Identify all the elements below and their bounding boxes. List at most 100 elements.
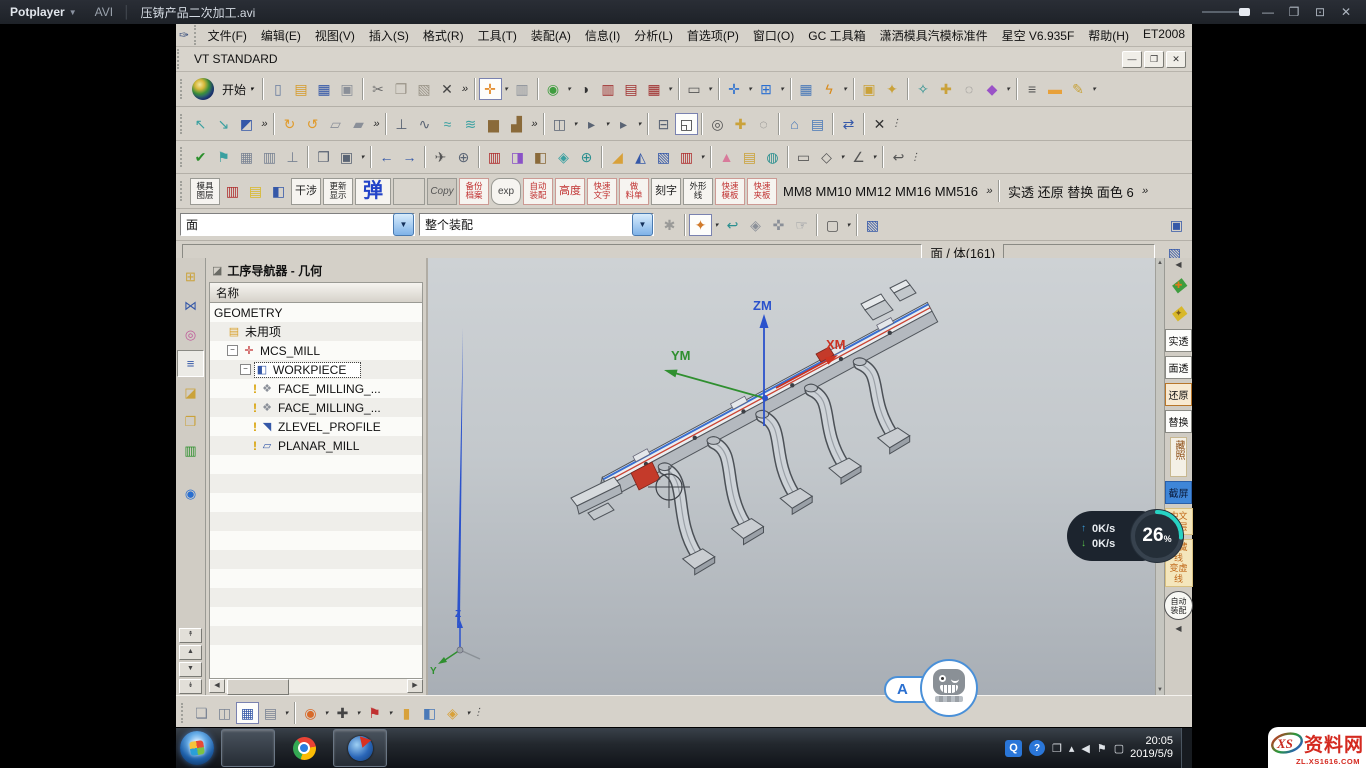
reuse-library-icon[interactable]: ❐ <box>177 408 204 435</box>
polygon-icon[interactable]: ◇ <box>815 145 838 169</box>
mold-layer-button[interactable]: 模具图层 <box>190 178 220 205</box>
invert-shown-icon[interactable]: ◫ <box>213 701 236 725</box>
tree-row[interactable]: −✛MCS_MILL <box>210 341 422 360</box>
tree-item-label[interactable]: GEOMETRY <box>214 306 282 320</box>
fit-icon[interactable]: ▰ <box>347 112 370 136</box>
action-center-icon[interactable]: ⚑ <box>1097 742 1107 755</box>
dropdown-arrow-icon[interactable]: ▾ <box>635 120 644 128</box>
sparkle-icon[interactable]: ✧ <box>912 77 935 101</box>
surface-icon[interactable]: ≋ <box>459 112 482 136</box>
dropdown-arrow-icon[interactable]: ▾ <box>386 709 395 717</box>
help-tray-icon[interactable]: ? <box>1029 740 1045 756</box>
dropdown-arrow-icon[interactable]: ▾ <box>464 709 473 717</box>
nx-logo[interactable] <box>192 78 214 100</box>
rotate-ccw-icon[interactable]: ↺ <box>301 112 324 136</box>
scroll-thumb[interactable] <box>227 679 289 695</box>
block-icon[interactable]: ▆ <box>482 112 505 136</box>
machining-wizard-icon[interactable]: ◪ <box>177 379 204 406</box>
cancel-icon[interactable]: ✕ <box>868 112 891 136</box>
tree-row[interactable]: !❖FACE_MILLING_... <box>210 398 422 417</box>
overflow-icon[interactable]: » <box>459 83 471 95</box>
window-tray-icon[interactable]: ❐ <box>1052 742 1062 755</box>
type-filter-select[interactable]: 面 ▼ <box>180 213 415 236</box>
pencil-icon[interactable]: ✎ <box>1067 77 1090 101</box>
material-list-button[interactable]: 做料单 <box>619 178 649 205</box>
chevron-down-icon[interactable]: ▼ <box>632 213 653 236</box>
tree-row[interactable]: !❖FACE_MILLING_... <box>210 379 422 398</box>
open-icon[interactable]: ▤ <box>290 77 313 101</box>
snap-point-icon[interactable]: ◉ <box>299 701 322 725</box>
dropdown-arrow-icon[interactable]: ▾ <box>354 709 363 717</box>
tree-item-label[interactable]: 未用项 <box>245 323 281 340</box>
tree-item-label[interactable]: PLANAR_MILL <box>278 439 359 453</box>
menu-item[interactable]: 潇洒模具汽模标准件 <box>873 25 995 46</box>
input-method-tray-icon[interactable]: Q <box>1005 740 1022 757</box>
start-menu-button[interactable]: 开始▾ <box>217 79 259 100</box>
datum-csys-icon[interactable]: ◧ <box>418 701 441 725</box>
quick-text-button[interactable]: 快速文字 <box>587 178 617 205</box>
more-icon[interactable]: ⋮ <box>891 118 901 129</box>
dropdown-arrow-icon[interactable]: ▾ <box>1004 85 1013 93</box>
blank-button[interactable] <box>393 178 425 205</box>
brown-part-icon[interactable]: ◧ <box>529 145 552 169</box>
overflow-icon[interactable]: » <box>258 118 270 130</box>
more-icon[interactable]: ⋮ <box>910 152 920 163</box>
delete-icon[interactable]: ✕ <box>436 77 459 101</box>
display-mode-icon[interactable]: ▭ <box>683 77 706 101</box>
tree-row[interactable]: −◧WORKPIECE <box>210 360 422 379</box>
play-icon[interactable]: ▸ <box>612 112 635 136</box>
find-icon[interactable]: ◌ <box>752 112 775 136</box>
collapse-arrow[interactable]: ◀ <box>1175 260 1181 269</box>
tree-row[interactable]: ▤未用项 <box>210 322 422 341</box>
grab-icon[interactable]: ☞ <box>790 213 813 237</box>
overflow-icon[interactable]: » <box>1139 185 1151 197</box>
player-name[interactable]: Potplayer <box>10 5 65 19</box>
menu-item[interactable]: 编辑(E) <box>254 25 308 46</box>
pan-icon[interactable]: ▱ <box>324 112 347 136</box>
copy-button[interactable]: Copy <box>427 178 457 205</box>
measure-icon[interactable]: ◫ <box>548 112 571 136</box>
dropdown-arrow-icon[interactable]: ▾ <box>698 153 707 161</box>
angle-icon[interactable]: ∠ <box>847 145 870 169</box>
tree-row[interactable]: !◥ZLEVEL_PROFILE <box>210 417 422 436</box>
tree-row[interactable]: GEOMETRY <box>210 303 422 322</box>
tree-item-label[interactable]: FACE_MILLING_... <box>278 401 381 415</box>
overflow-icon[interactable]: » <box>528 118 540 130</box>
tree-item-label[interactable]: ZLEVEL_PROFILE <box>278 420 381 434</box>
assistant-robot-icon[interactable] <box>920 659 978 717</box>
menu-item[interactable]: ET2008 <box>1136 25 1192 46</box>
mdi-restore-button[interactable]: ❐ <box>1144 51 1164 68</box>
dropdown-arrow-icon[interactable]: ▾ <box>666 85 675 93</box>
network-tray-icon[interactable]: ▢ <box>1114 742 1124 755</box>
menu-item[interactable]: 窗口(O) <box>746 25 801 46</box>
red-cube-icon[interactable]: ▥ <box>597 77 620 101</box>
purple-part-icon[interactable]: ◨ <box>506 145 529 169</box>
solid-transparent-button[interactable]: 实透 <box>1165 329 1192 352</box>
toolbar-grip[interactable] <box>180 114 185 134</box>
dropdown-arrow-icon[interactable]: ▾ <box>603 120 612 128</box>
red-part-icon[interactable]: ▥ <box>483 145 506 169</box>
menu-item[interactable]: 分析(L) <box>627 25 680 46</box>
constraint-navigator-icon[interactable]: ⋈ <box>177 292 204 319</box>
menu-item[interactable]: 工具(T) <box>471 25 524 46</box>
dropdown-arrow-icon[interactable]: ▾ <box>841 85 850 93</box>
dropdown-arrow-icon[interactable]: ▾ <box>502 85 511 93</box>
toolbar-grip[interactable] <box>180 181 185 201</box>
red-cube-icon[interactable]: ▦ <box>643 77 666 101</box>
scroll-left-icon[interactable]: ◀ <box>209 679 225 693</box>
minimize-button[interactable]: — <box>1260 5 1276 19</box>
dropdown-arrow-icon[interactable]: ▾ <box>746 85 755 93</box>
menu-item[interactable]: 插入(S) <box>362 25 416 46</box>
cut-icon[interactable]: ✂ <box>367 77 390 101</box>
ruler-icon[interactable]: ▬ <box>1044 77 1067 101</box>
constraint-icon[interactable]: ⊥ <box>390 112 413 136</box>
viewport-scrollbar[interactable]: ▲▼ <box>1155 258 1164 695</box>
volume-knob[interactable] <box>1239 8 1250 16</box>
ramp-icon[interactable]: ◢ <box>606 145 629 169</box>
hide-icon[interactable]: ▤ <box>259 701 282 725</box>
save-icon[interactable]: ▦ <box>313 77 336 101</box>
plane-icon[interactable]: ⚑ <box>363 701 386 725</box>
size-labels[interactable]: MM8 MM10 MM12 MM16 MM516 <box>778 184 983 199</box>
orient-icon[interactable]: ✈ <box>429 145 452 169</box>
scroll-up-icon[interactable]: ▲ <box>179 645 202 660</box>
